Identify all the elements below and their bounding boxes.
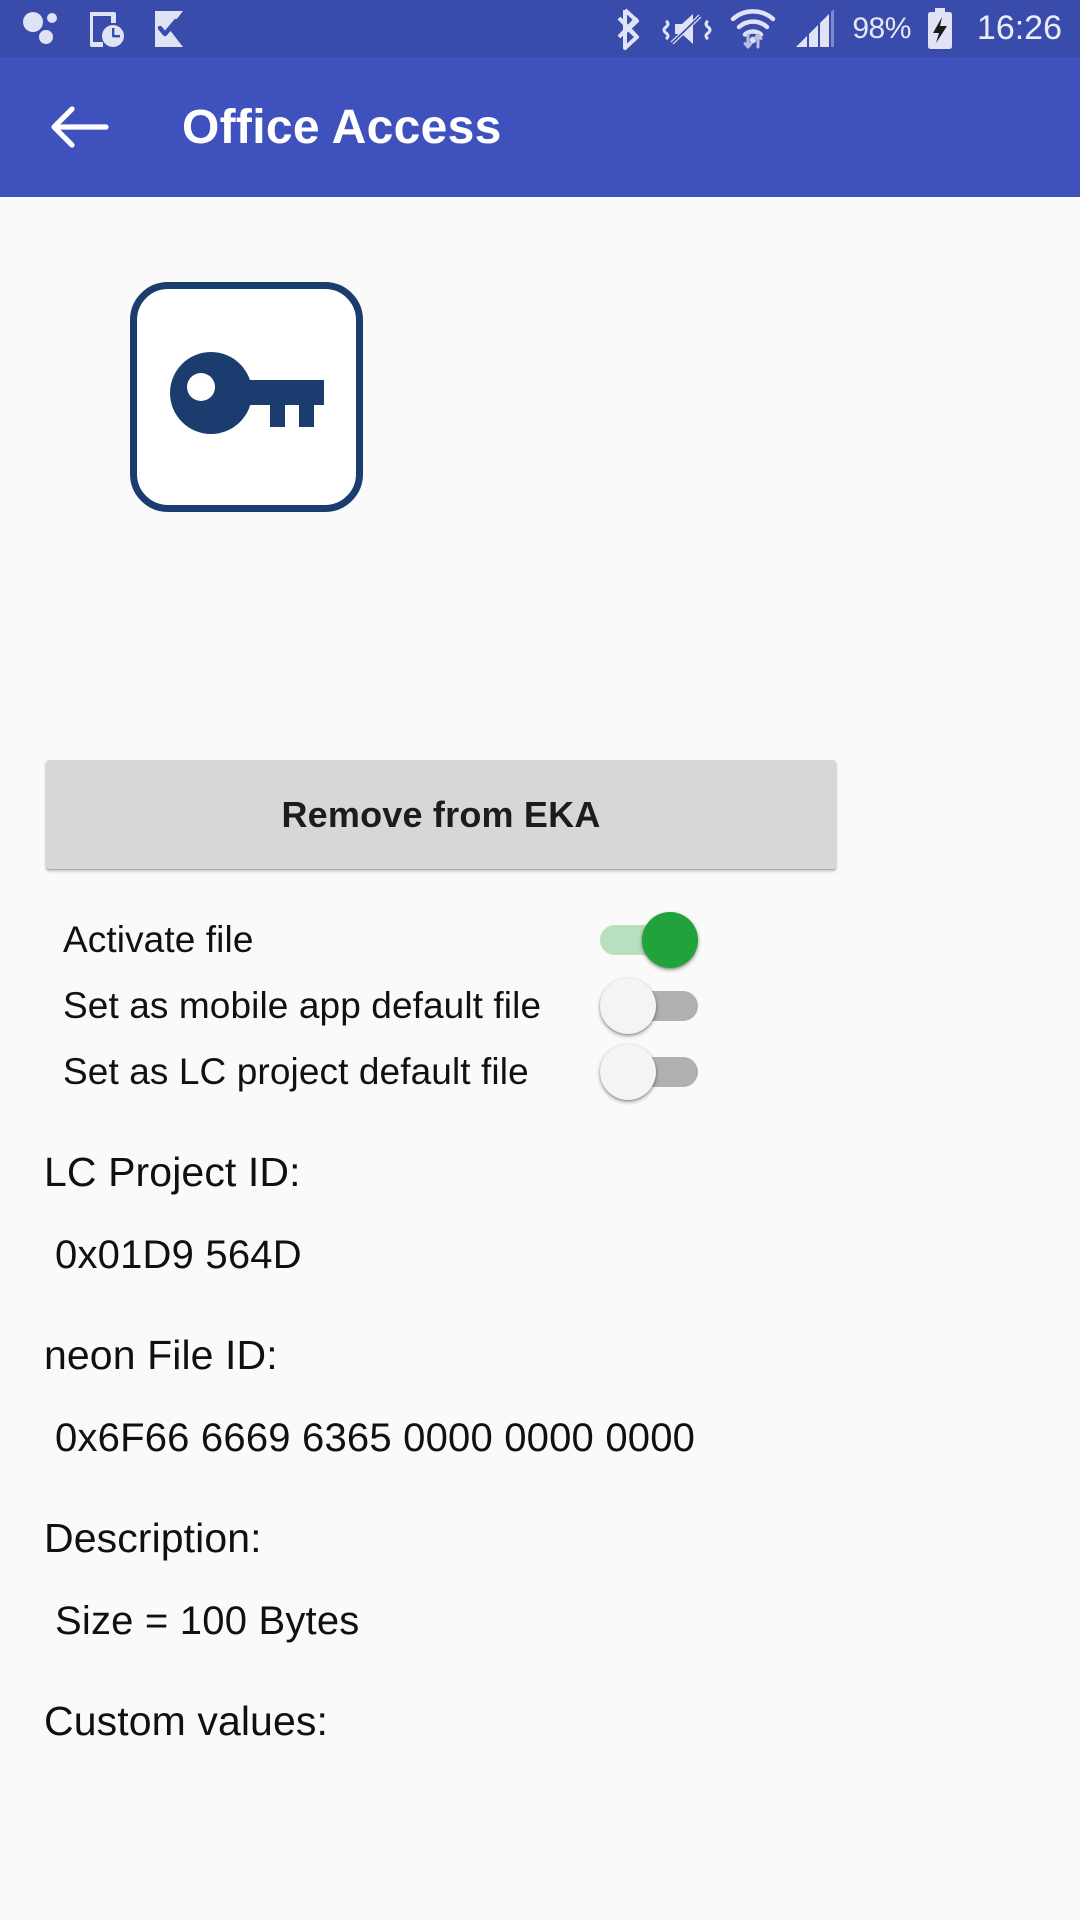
custom-values-label: Custom values: [44,1698,328,1744]
page-title: Office Access [182,100,502,154]
toggle-row-activate-file[interactable]: Activate file [0,907,1080,973]
wifi-transfer-icon [731,8,776,48]
toggle-thumb [642,912,698,968]
arrow-left-icon [51,106,109,148]
tablet-clock-icon [90,11,124,47]
app-bar: Office Access [0,57,1080,197]
cellular-signal-icon [796,8,835,47]
toggle-label-lc-project-default: Set as LC project default file [63,1051,529,1092]
key-card-container [0,197,1080,512]
toggle-thumb [600,1044,656,1100]
toggle-row-mobile-app-default[interactable]: Set as mobile app default file [0,973,1080,1039]
status-bar-right-icons: 98% 16:26 [617,7,1062,51]
lc-project-id-value: 0x01D9 564D [55,1233,302,1277]
toggle-list: Activate file Set as mobile app default … [0,907,1080,1105]
key-icon [169,352,324,434]
battery-percentage: 98% [852,11,911,45]
info-list: LC Project ID: 0x01D9 564D neon File ID:… [0,1152,1080,1742]
main-content: Remove from EKA Activate file Set as mob… [0,197,1080,1920]
bubbles-dots-icon [23,11,57,44]
description-label: Description: [44,1515,262,1561]
neon-file-id-label: neon File ID: [44,1332,278,1378]
lc-project-id-label: LC Project ID: [44,1149,301,1195]
status-bar: 98% 16:26 [0,0,1080,57]
back-button[interactable] [44,92,114,162]
key-card[interactable] [130,282,363,512]
status-bar-clock: 16:26 [976,9,1062,47]
vibrate-mute-icon [662,13,712,44]
flag-check-icon [155,10,183,47]
toggle-thumb [600,978,656,1034]
toggle-label-mobile-app-default: Set as mobile app default file [63,985,542,1026]
toggle-row-lc-project-default[interactable]: Set as LC project default file [0,1039,1080,1105]
battery-charging-icon [927,7,952,49]
bluetooth-icon [617,8,640,50]
toggle-switch-mobile-app-default[interactable] [600,978,698,1034]
remove-from-eka-button[interactable]: Remove from EKA [46,760,836,869]
description-value: Size = 100 Bytes [55,1599,360,1643]
toggle-label-activate-file: Activate file [63,919,254,960]
toggle-switch-lc-project-default[interactable] [600,1044,698,1100]
status-bar-left-icons [22,9,186,49]
neon-file-id-value: 0x6F66 6669 6365 0000 0000 0000 [55,1416,696,1460]
toggle-switch-activate-file[interactable] [600,912,698,968]
remove-from-eka-button-label: Remove from EKA [281,793,601,835]
